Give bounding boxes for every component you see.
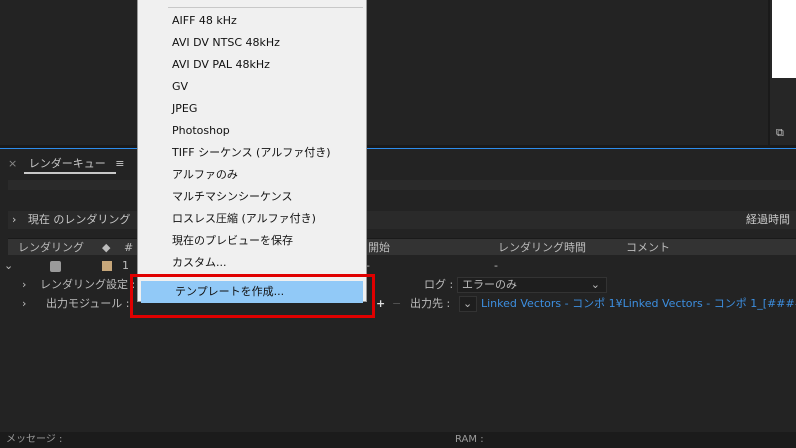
panel-menu-icon[interactable]: ≡ — [115, 157, 124, 170]
elapsed-label: 経過時間 — [746, 213, 790, 226]
chevron-right-icon[interactable]: › — [22, 295, 26, 313]
menu-item[interactable]: 現在のプレビューを保存 — [138, 230, 366, 252]
tab-label: レンダーキュー — [28, 157, 106, 170]
render-settings-row: › レンダリング設定 : ログ : エラーのみ ⌄ — [0, 276, 796, 294]
close-icon[interactable]: × — [8, 157, 17, 170]
menu-item[interactable]: カスタム... — [138, 252, 366, 274]
tab-render-queue[interactable]: × レンダーキュー ≡ — [8, 155, 124, 174]
output-to-dropdown[interactable]: ⌄ — [459, 296, 477, 312]
chevron-down-icon[interactable]: ⌄ — [4, 257, 13, 275]
chevron-right-icon[interactable]: › — [22, 276, 26, 294]
panel-divider[interactable] — [0, 145, 796, 149]
render-settings-label: レンダリング設定 : — [40, 278, 136, 291]
log-value: エラーのみ — [462, 278, 517, 291]
tag-icon[interactable]: ◆ — [102, 239, 110, 256]
menu-item[interactable]: AVI DV NTSC 48kHz — [138, 32, 366, 54]
label-color-swatch[interactable] — [102, 261, 112, 271]
output-to-label: 出力先 : — [410, 297, 451, 310]
menu-item[interactable]: ロスレス圧縮 (アルファ付き) — [138, 208, 366, 230]
col-num[interactable]: # — [124, 239, 133, 256]
progress-strip — [8, 180, 796, 190]
menu-item[interactable]: アルファのみ — [138, 164, 366, 186]
preview-stack-icon[interactable]: ⧉ — [776, 126, 784, 140]
item-number: 1 — [122, 259, 129, 272]
render-checkbox[interactable] — [50, 261, 61, 272]
add-output-button[interactable]: + — [376, 295, 385, 313]
column-header: レンダリング ◆ # 開始 レンダリング時間 コメント — [8, 238, 796, 255]
active-tab-underline — [24, 172, 116, 174]
menu-item[interactable]: AVI DV PAL 48kHz — [138, 54, 366, 76]
ram-label: RAM : — [455, 434, 484, 445]
menu-item[interactable]: JPEG — [138, 98, 366, 120]
chevron-down-icon: ⌄ — [590, 278, 600, 291]
menu-item[interactable]: TIFF シーケンス (アルファ付き) — [138, 142, 366, 164]
current-render-label: 現在 のレンダリング — [27, 213, 131, 226]
composition-viewer-area — [0, 0, 766, 145]
col-render[interactable]: レンダリング — [18, 239, 84, 256]
menu-item[interactable]: GV — [138, 76, 366, 98]
message-label: メッセージ : — [6, 434, 63, 445]
queue-item-row[interactable]: ⌄ 1 - - — [0, 257, 796, 275]
chevron-right-icon[interactable]: › — [12, 213, 16, 226]
log-label: ログ : — [424, 278, 454, 291]
preview-thumbnail — [772, 0, 796, 78]
col-comment[interactable]: コメント — [626, 239, 670, 256]
log-select[interactable]: エラーのみ ⌄ — [457, 277, 607, 293]
remove-output-button[interactable]: − — [392, 295, 401, 313]
output-path-link[interactable]: Linked Vectors - コンポ 1¥Linked Vectors - … — [481, 295, 796, 313]
item-render-time: - — [494, 259, 498, 272]
output-module-row: › 出力モジュール : + − 出力先 : ⌄ Linked Vectors -… — [0, 295, 796, 313]
menu-item[interactable]: マルチマシンシーケンス — [138, 186, 366, 208]
output-module-template-menu: テンプレートを作成... AIFF 48 kHz AVI DV NTSC 48kH… — [137, 0, 367, 303]
col-start[interactable]: 開始 — [368, 239, 390, 256]
menu-item[interactable]: Photoshop — [138, 120, 366, 142]
current-render-bar[interactable]: › 現在 のレンダリング 経過時間 — [8, 211, 796, 229]
status-bar: メッセージ : RAM : — [0, 432, 796, 448]
menu-separator — [168, 7, 363, 8]
output-module-label: 出力モジュール : — [46, 297, 130, 310]
col-render-time[interactable]: レンダリング時間 — [498, 239, 586, 256]
menu-item[interactable]: AIFF 48 kHz — [138, 10, 366, 32]
annotation-highlight-box — [130, 274, 375, 318]
